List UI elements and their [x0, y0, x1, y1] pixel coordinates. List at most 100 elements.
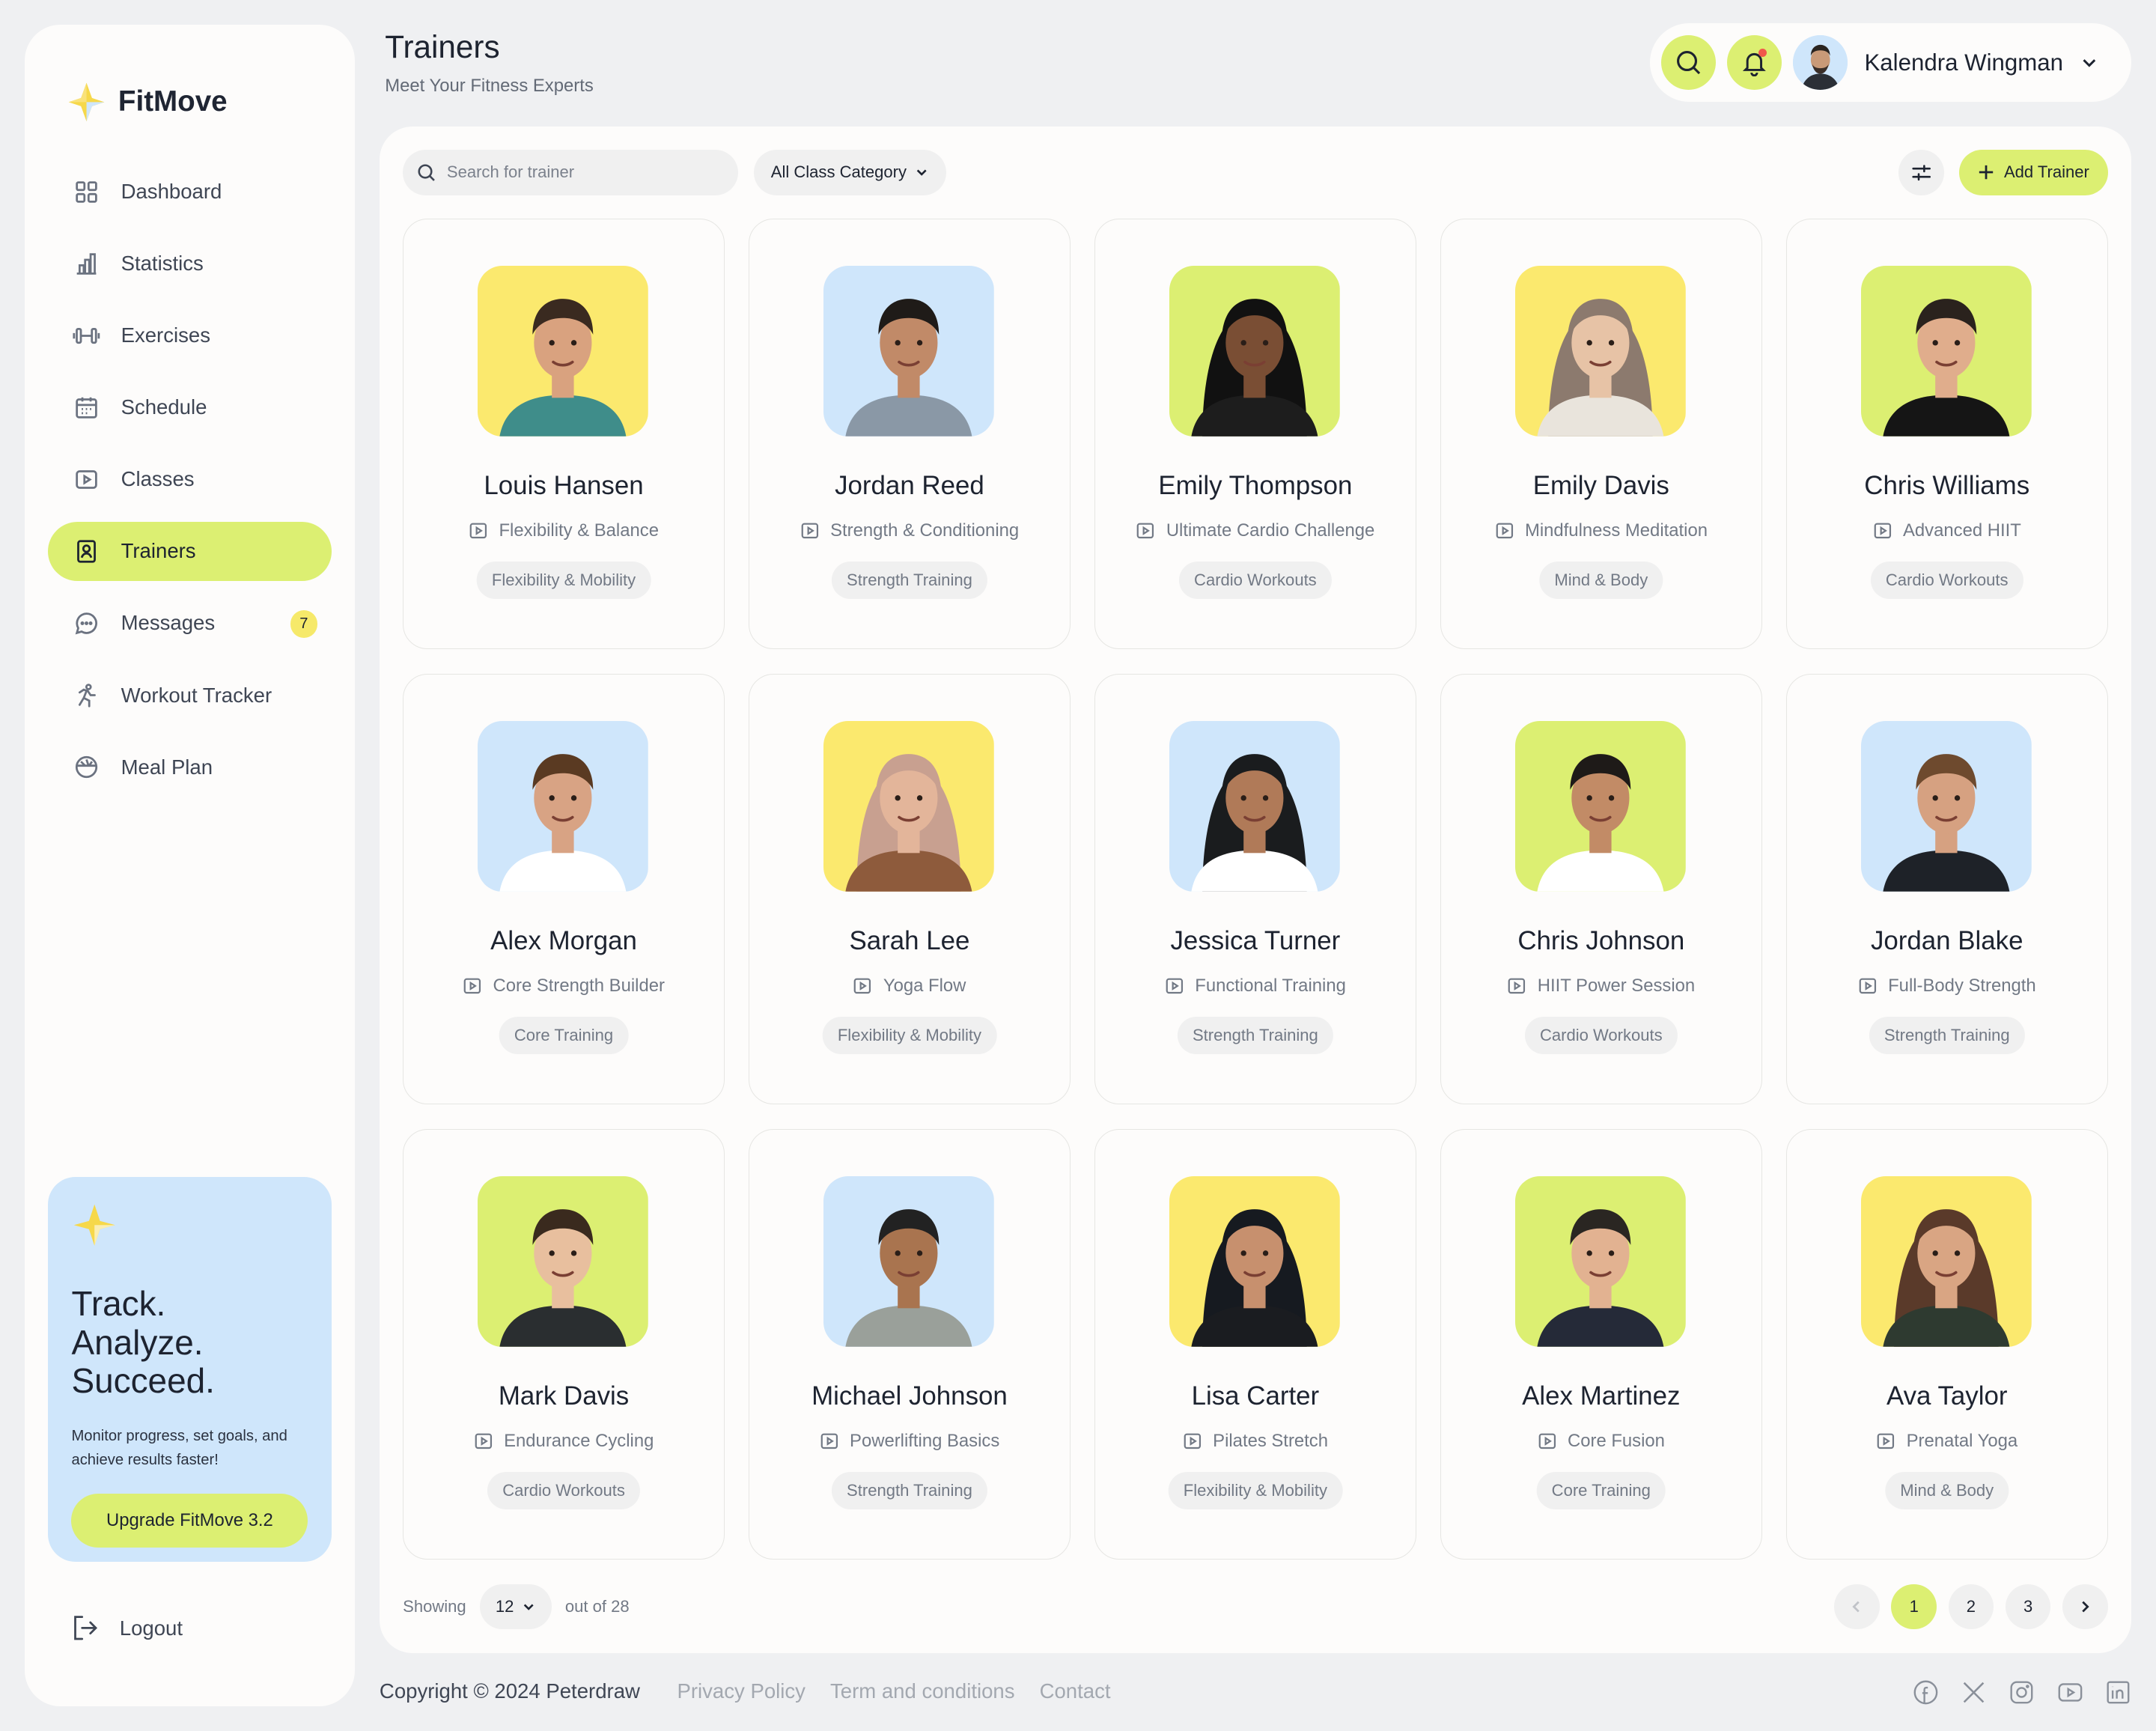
- trainer-photo: [478, 721, 649, 892]
- page-title: Trainers: [385, 28, 500, 64]
- trainer-class: Functional Training: [1095, 976, 1416, 997]
- trainer-category-tag: Mind & Body: [1885, 1472, 2009, 1509]
- trainer-name: Michael Johnson: [811, 1381, 1008, 1411]
- search-button[interactable]: [1660, 34, 1717, 91]
- logout-button[interactable]: Logout: [71, 1614, 183, 1642]
- trainer-card[interactable]: Mark Davis Endurance Cycling Cardio Workou…: [403, 1128, 725, 1560]
- trainer-card[interactable]: Alex Martinez Core Fusion Core Training: [1440, 1128, 1762, 1560]
- sidebar-item-exercises[interactable]: Exercises: [48, 306, 331, 365]
- trainer-class-label: Strength & Conditioning: [830, 520, 1020, 541]
- pagination: 1 2 3: [1834, 1584, 2108, 1630]
- trainer-name: Sarah Lee: [849, 926, 970, 956]
- messages-count-badge: 7: [290, 610, 318, 638]
- trainer-card[interactable]: Chris Johnson HIIT Power Session Cardio Wo…: [1440, 673, 1762, 1104]
- brand-logo[interactable]: FitMove: [66, 80, 228, 124]
- sidebar-item-trainers[interactable]: Trainers: [48, 521, 332, 581]
- notifications-button[interactable]: [1726, 34, 1782, 91]
- trainer-category-tag: Strength Training: [831, 562, 988, 599]
- terms-link[interactable]: Term and conditions: [830, 1679, 1015, 1703]
- logout-icon: [74, 1616, 98, 1640]
- trainer-category-tag: Cardio Workouts: [1524, 1017, 1678, 1054]
- avatar[interactable]: [1793, 34, 1848, 91]
- pagination-summary: Showing 12 out of 28: [403, 1584, 630, 1630]
- contact-link[interactable]: Contact: [1040, 1679, 1111, 1703]
- trainer-class-label: Yoga Flow: [883, 976, 966, 997]
- sidebar-item-classes[interactable]: Classes: [48, 450, 331, 509]
- trainer-class-label: Ultimate Cardio Challenge: [1166, 520, 1375, 541]
- add-trainer-button[interactable]: Add Trainer: [1959, 150, 2108, 195]
- trainer-photo: [823, 266, 994, 437]
- search-icon: [417, 164, 435, 181]
- play-icon: [1508, 978, 1526, 994]
- previous-page-button[interactable]: [1834, 1584, 1880, 1630]
- trainer-name: Alex Morgan: [490, 926, 637, 956]
- add-trainer-label: Add Trainer: [2003, 162, 2089, 182]
- play-icon: [1137, 523, 1154, 539]
- sidebar-item-workout-tracker[interactable]: Workout Tracker: [48, 666, 331, 725]
- facebook-icon[interactable]: [1913, 1679, 1939, 1706]
- trainer-card[interactable]: Emily Thompson Ultimate Cardio Challenge C…: [1094, 219, 1416, 649]
- trainer-card[interactable]: Alex Morgan Core Strength Builder Core Tra…: [403, 673, 725, 1104]
- trainer-class: Pilates Stretch: [1095, 1431, 1416, 1452]
- next-page-button[interactable]: [2062, 1584, 2108, 1630]
- play-icon: [801, 523, 818, 539]
- youtube-icon[interactable]: [2057, 1679, 2083, 1706]
- user-name: Kalendra Wingman: [1864, 49, 2063, 76]
- trainer-card[interactable]: Michael Johnson Powerlifting Basics Streng…: [749, 1128, 1071, 1560]
- play-icon: [1184, 1433, 1201, 1449]
- sidebar-item-meal-plan[interactable]: Meal Plan: [48, 737, 331, 797]
- x-icon[interactable]: [1961, 1679, 1987, 1706]
- trainer-search[interactable]: [403, 150, 739, 195]
- sidebar-item-label: Exercises: [121, 323, 210, 347]
- trainer-card[interactable]: Sarah Lee Yoga Flow Flexibility & Mobility: [749, 673, 1071, 1104]
- trainer-class-label: Full-Body Strength: [1888, 976, 2036, 997]
- copyright: Copyright © 2024 Peterdraw: [379, 1679, 640, 1703]
- trainer-class: Core Strength Builder: [404, 976, 724, 997]
- privacy-policy-link[interactable]: Privacy Policy: [677, 1679, 805, 1703]
- play-icon: [463, 978, 481, 994]
- trainer-class: HIIT Power Session: [1441, 976, 1761, 997]
- trainer-category-tag: Flexibility & Mobility: [1168, 1472, 1343, 1509]
- play-icon: [1859, 978, 1876, 994]
- play-icon: [820, 1433, 838, 1449]
- upgrade-button[interactable]: Upgrade FitMove 3.2: [71, 1494, 308, 1548]
- linkedin-icon[interactable]: [2105, 1679, 2131, 1706]
- page-subtitle: Meet Your Fitness Experts: [385, 76, 594, 97]
- trainer-name: Chris Johnson: [1517, 926, 1685, 956]
- search-input[interactable]: [446, 162, 708, 183]
- play-icon: [475, 1433, 492, 1449]
- trainer-card[interactable]: Lisa Carter Pilates Stretch Flexibility & …: [1094, 1128, 1416, 1560]
- sidebar-item-label: Workout Tracker: [121, 683, 272, 707]
- trainer-card[interactable]: Jordan Blake Full-Body Strength Strength T…: [1785, 673, 2108, 1104]
- trainer-card[interactable]: Emily Davis Mindfulness Meditation Mind & …: [1440, 219, 1762, 649]
- trainer-card[interactable]: Ava Taylor Prenatal Yoga Mind & Body: [1785, 1128, 2108, 1560]
- page-button-3[interactable]: 3: [2005, 1584, 2051, 1630]
- trainer-card[interactable]: Jordan Reed Strength & Conditioning Streng…: [749, 219, 1071, 649]
- page-button-1[interactable]: 1: [1891, 1584, 1937, 1630]
- class-category-select[interactable]: All Class Category: [753, 150, 946, 195]
- per-page-select[interactable]: 12: [480, 1584, 552, 1630]
- sidebar-item-statistics[interactable]: Statistics: [48, 234, 331, 293]
- sidebar-item-dashboard[interactable]: Dashboard: [48, 162, 331, 222]
- sidebar-item-label: Schedule: [121, 395, 207, 419]
- play-icon: [1166, 978, 1183, 994]
- sidebar: FitMove Dashboard Statistics Exercises S…: [25, 25, 355, 1707]
- trainer-category-tag: Cardio Workouts: [1870, 562, 2023, 599]
- sidebar-item-messages[interactable]: Messages 7: [48, 594, 331, 653]
- chevron-down-icon[interactable]: [2080, 53, 2099, 73]
- badge-icon: [73, 538, 100, 565]
- trainer-category-tag: Cardio Workouts: [1178, 562, 1332, 599]
- trainer-card[interactable]: Chris Williams Advanced HIIT Cardio Workou…: [1785, 219, 2108, 649]
- trainer-class-label: Mindfulness Meditation: [1524, 520, 1708, 541]
- trainer-card[interactable]: Louis Hansen Flexibility & Balance Flexibi…: [403, 219, 725, 649]
- trainer-card[interactable]: Jessica Turner Functional Training Strengt…: [1094, 673, 1416, 1104]
- play-icon: [1874, 523, 1891, 539]
- promo-description: Monitor progress, set goals, and achieve…: [71, 1428, 287, 1468]
- trainer-class: Flexibility & Balance: [404, 520, 724, 541]
- trainer-name: Ava Taylor: [1886, 1381, 2008, 1411]
- page-button-2[interactable]: 2: [1948, 1584, 1994, 1630]
- sidebar-item-schedule[interactable]: Schedule: [48, 378, 331, 437]
- filter-button[interactable]: [1898, 150, 1945, 195]
- sidebar-nav: Dashboard Statistics Exercises Schedule …: [48, 162, 332, 809]
- instagram-icon[interactable]: [2009, 1679, 2035, 1706]
